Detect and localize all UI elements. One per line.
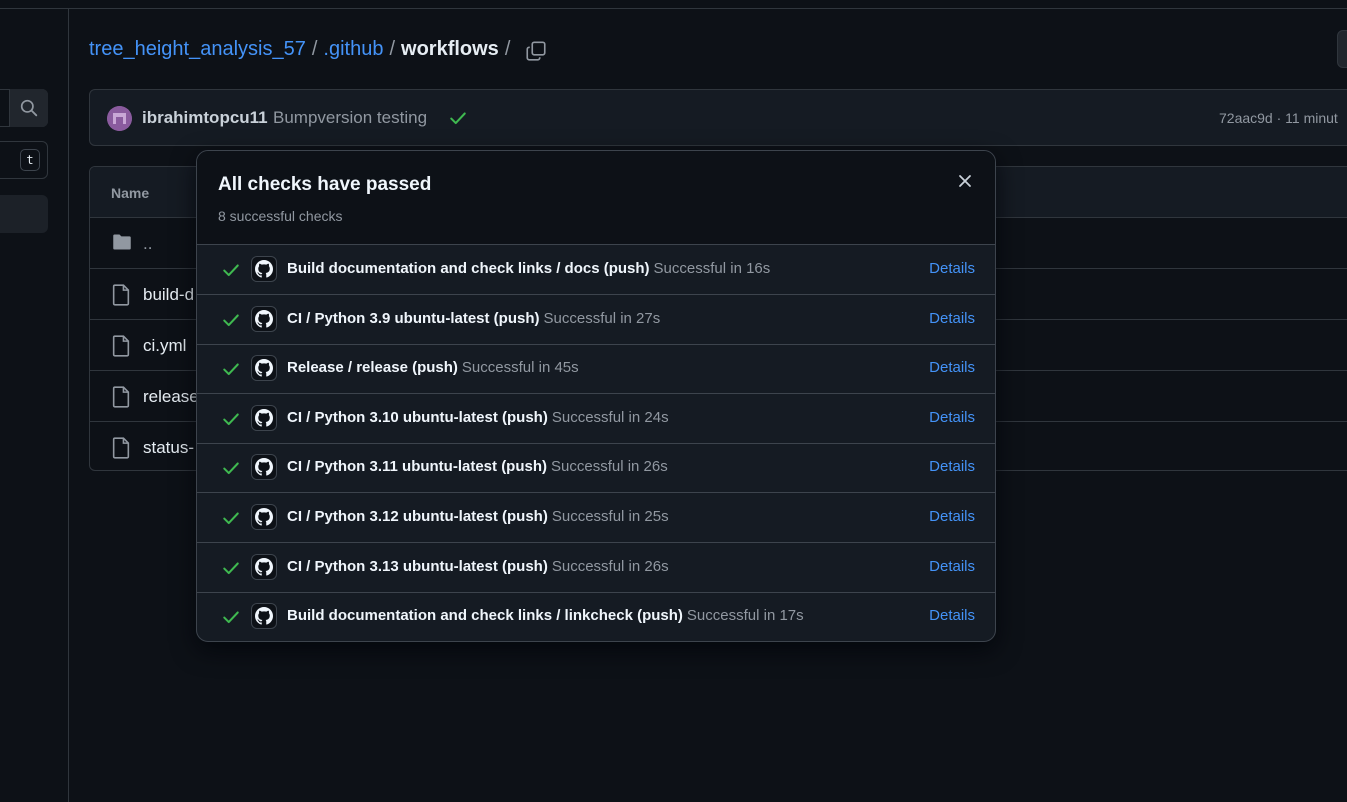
breadcrumb-separator: / [389, 38, 396, 60]
check-icon [450, 112, 466, 125]
check-row: CI / Python 3.12 ubuntu-latest (push) Suc… [197, 493, 995, 543]
github-icon[interactable] [251, 256, 277, 282]
check-name: CI / Python 3.10 ubuntu-latest (push) [287, 408, 548, 426]
details-link[interactable]: Details [929, 359, 975, 376]
check-icon [222, 311, 240, 334]
check-name: CI / Python 3.9 ubuntu-latest (push) [287, 309, 540, 327]
commit-message[interactable]: Bumpversion testing [273, 108, 427, 128]
check-icon [222, 608, 240, 631]
check-status: Successful in 25s [551, 508, 669, 525]
check-text: CI / Python 3.11 ubuntu-latest (push) Suc… [287, 458, 668, 475]
popover-title: All checks have passed [218, 174, 432, 195]
file-name[interactable]: .. [143, 234, 152, 254]
check-text: Release / release (push) Successful in 45… [287, 359, 579, 376]
check-row: CI / Python 3.11 ubuntu-latest (push) Suc… [197, 443, 995, 494]
check-status: Successful in 45s [461, 359, 579, 377]
check-icon [222, 261, 240, 284]
sidebar-selected-item[interactable] [0, 195, 48, 233]
check-row: Build documentation and check links / li… [197, 592, 995, 641]
check-icon [222, 360, 240, 383]
check-text: CI / Python 3.10 ubuntu-latest (push) Suc… [287, 409, 669, 426]
check-status: Successful in 26s [551, 458, 668, 476]
file-name[interactable]: status- [143, 438, 194, 458]
file-icon [112, 386, 130, 413]
check-icon [222, 410, 240, 433]
breadcrumb: tree_height_analysis_57 / .github / work… [89, 38, 510, 61]
check-status: Successful in 16s [653, 260, 771, 277]
github-icon[interactable] [251, 404, 277, 431]
goto-shortcut-key: t [20, 149, 40, 171]
sidebar-divider [68, 9, 69, 802]
search-button[interactable] [9, 89, 48, 127]
github-icon[interactable] [251, 355, 277, 382]
top-border [0, 8, 1347, 9]
breadcrumb-separator: / [504, 38, 511, 60]
check-status: Successful in 24s [551, 408, 669, 426]
popover-header: All checks have passed 8 successful chec… [197, 151, 995, 245]
check-icon [222, 559, 240, 582]
breadcrumb-current: workflows [401, 38, 499, 60]
commit-hash-time[interactable]: 72aac9d · 11 minut [1219, 110, 1338, 126]
github-icon[interactable] [251, 454, 277, 481]
github-icon[interactable] [251, 553, 277, 580]
checks-popover: All checks have passed 8 successful chec… [196, 150, 996, 642]
breadcrumb-repo-link[interactable]: tree_height_analysis_57 [89, 38, 306, 61]
file-icon [112, 437, 130, 464]
search-icon [20, 99, 38, 117]
check-row: Release / release (push) Successful in 45… [197, 344, 995, 395]
breadcrumb-folder-link[interactable]: .github [323, 38, 383, 61]
check-text: CI / Python 3.9 ubuntu-latest (push) Succ… [287, 310, 660, 327]
github-icon[interactable] [251, 305, 277, 332]
check-row: Build documentation and check links / do… [197, 245, 995, 295]
copy-icon [526, 41, 546, 61]
check-row: CI / Python 3.10 ubuntu-latest (push) Suc… [197, 394, 995, 444]
details-link[interactable]: Details [929, 458, 975, 475]
check-status-button[interactable] [449, 109, 467, 132]
close-icon [959, 175, 971, 187]
file-icon [112, 284, 130, 311]
copy-path-button[interactable] [520, 36, 552, 66]
file-name[interactable]: release [143, 387, 199, 407]
breadcrumb-separator: / [311, 38, 318, 60]
check-text: Build documentation and check links / do… [287, 260, 770, 277]
commit-author[interactable]: ibrahimtopcu11 [142, 108, 268, 128]
file-name[interactable]: build-d [143, 285, 194, 305]
details-link[interactable]: Details [929, 607, 975, 624]
github-icon[interactable] [251, 504, 277, 530]
check-icon [222, 459, 240, 482]
check-row: CI / Python 3.13 ubuntu-latest (push) Suc… [197, 543, 995, 593]
check-status: Successful in 27s [543, 309, 661, 327]
check-name: Release / release (push) [287, 359, 458, 377]
check-name: CI / Python 3.13 ubuntu-latest (push) [287, 557, 548, 575]
check-name: Build documentation and check links / li… [287, 607, 683, 625]
details-link[interactable]: Details [929, 310, 975, 327]
check-name: CI / Python 3.12 ubuntu-latest (push) [287, 508, 548, 525]
check-status: Successful in 26s [551, 557, 669, 575]
folder-icon [112, 233, 132, 256]
details-link[interactable]: Details [929, 260, 975, 277]
check-text: CI / Python 3.13 ubuntu-latest (push) Suc… [287, 558, 669, 575]
details-link[interactable]: Details [929, 558, 975, 575]
avatar[interactable] [107, 106, 132, 131]
popover-subtitle: 8 successful checks [218, 208, 343, 224]
column-name-header: Name [111, 185, 150, 201]
check-name: Build documentation and check links / do… [287, 260, 650, 277]
github-icon[interactable] [251, 603, 277, 630]
details-link[interactable]: Details [929, 409, 975, 426]
check-text: CI / Python 3.12 ubuntu-latest (push) Suc… [287, 508, 669, 525]
more-options-button[interactable] [1337, 30, 1347, 68]
details-link[interactable]: Details [929, 508, 975, 525]
check-row: CI / Python 3.9 ubuntu-latest (push) Succ… [197, 295, 995, 345]
check-icon [222, 509, 240, 532]
file-name[interactable]: ci.yml [143, 336, 186, 356]
check-text: Build documentation and check links / li… [287, 607, 804, 624]
check-status: Successful in 17s [686, 607, 804, 625]
close-button[interactable] [953, 169, 977, 193]
check-name: CI / Python 3.11 ubuntu-latest (push) [287, 458, 548, 476]
file-icon [112, 335, 130, 362]
